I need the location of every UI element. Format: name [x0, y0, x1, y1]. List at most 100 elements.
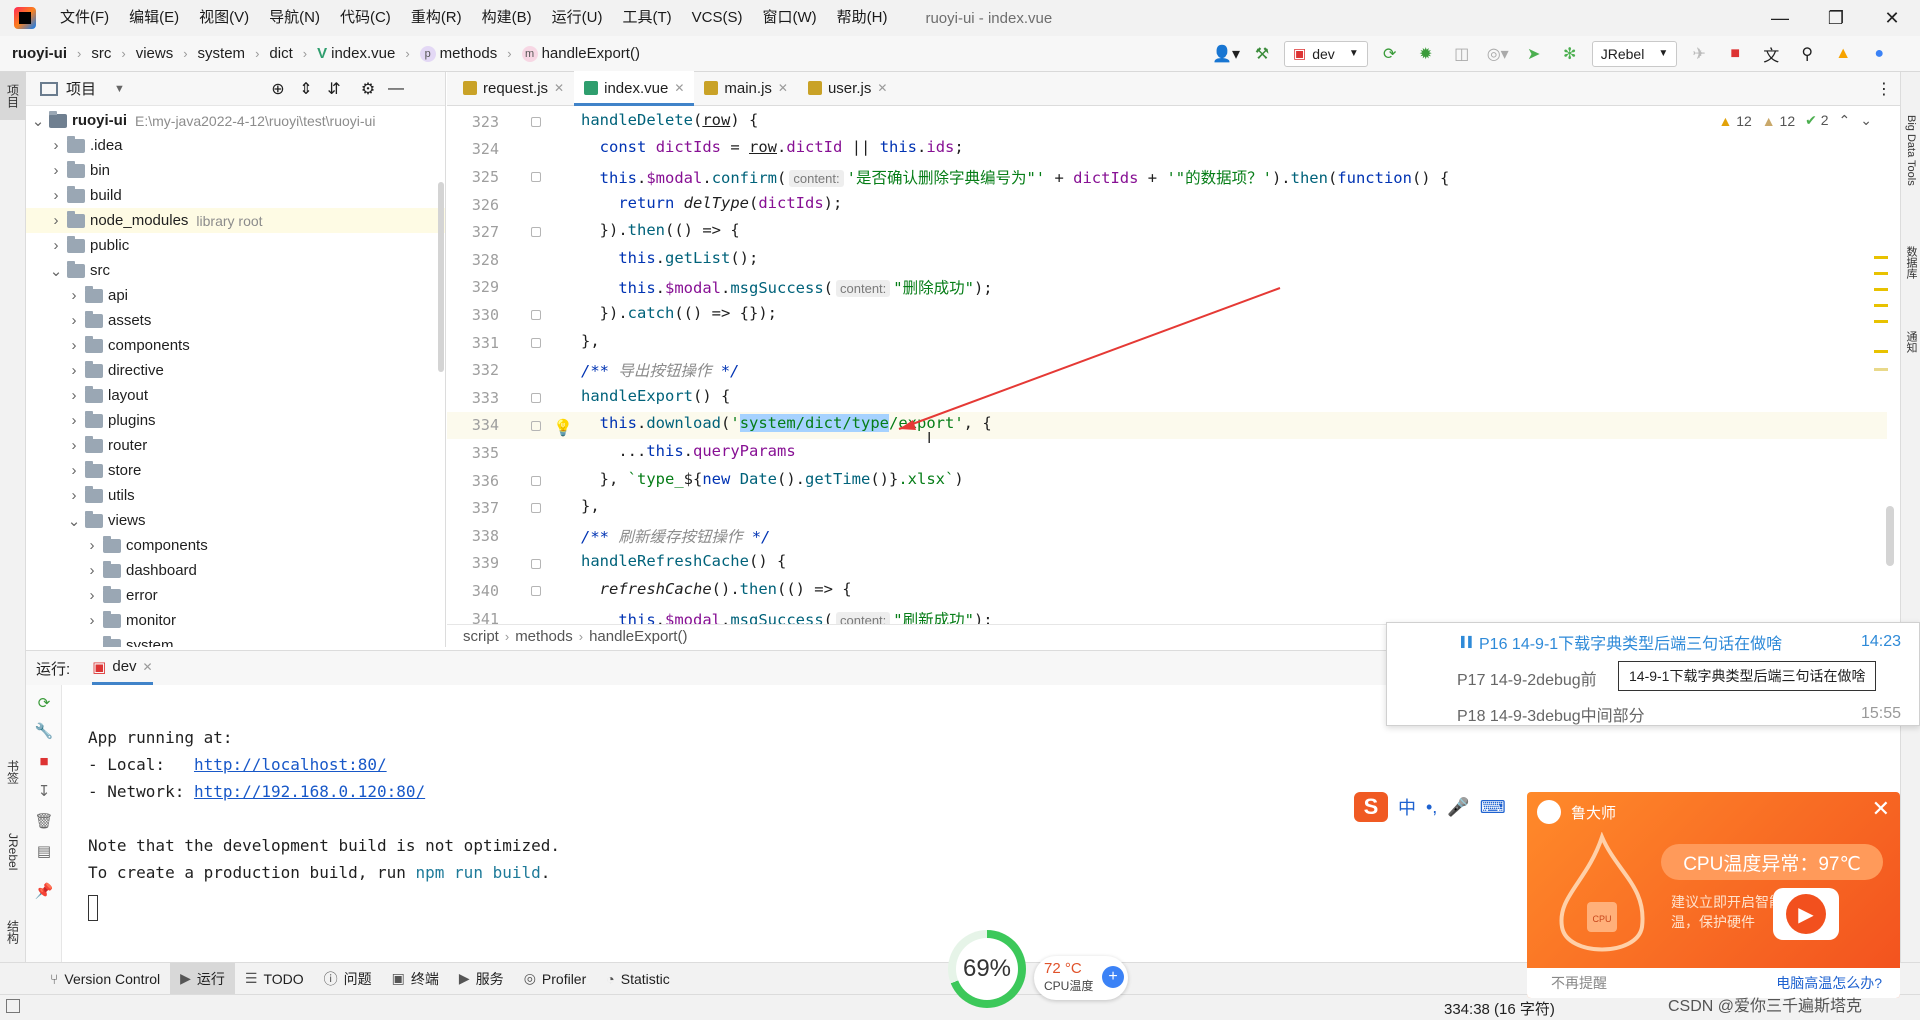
menu-item[interactable]: 文件(F)	[50, 0, 119, 36]
layout-icon[interactable]: ▤	[34, 841, 54, 861]
chevron-right-icon[interactable]: ›	[48, 212, 64, 229]
warning-marker[interactable]	[1874, 256, 1888, 259]
tree-item[interactable]: › plugins	[26, 408, 445, 433]
chevron-right-icon[interactable]: ›	[84, 537, 100, 554]
editor-tab[interactable]: request.js ✕	[453, 71, 574, 105]
tree-item[interactable]: ⌄ src	[26, 258, 445, 283]
update-available-icon[interactable]: ▲	[1829, 40, 1857, 68]
breadcrumb-item[interactable]: views	[132, 45, 178, 62]
chevron-right-icon[interactable]: ›	[66, 412, 82, 429]
menu-item[interactable]: 运行(U)	[542, 0, 613, 36]
chevron-right-icon[interactable]: ›	[66, 462, 82, 479]
bottom-tool-button[interactable]: ▣ 终端	[382, 963, 449, 995]
user-icon[interactable]: 👤▾	[1212, 40, 1240, 68]
rerun-icon[interactable]: ⟳	[34, 693, 54, 713]
translate-icon[interactable]: 文	[1757, 40, 1785, 68]
code-editor[interactable]: ▲ 12 ▲ 12 ✔ 2 ⌃ ⌄ 323 324 325 326 327 328 329 3…	[447, 106, 1902, 624]
ime-punct[interactable]: •,	[1426, 797, 1437, 818]
coverage-icon[interactable]: ◫	[1448, 40, 1476, 68]
tree-item[interactable]: › build	[26, 183, 445, 208]
tree-item[interactable]: ⌄ views	[26, 508, 445, 533]
sogou-logo-icon[interactable]: S	[1354, 792, 1388, 822]
tree-item[interactable]: › router	[26, 433, 445, 458]
menu-item[interactable]: 工具(T)	[612, 0, 681, 36]
breadcrumb-item[interactable]: src	[87, 45, 115, 62]
bottom-tool-button[interactable]: ☰ TODO	[235, 963, 314, 995]
warning-marker[interactable]	[1874, 350, 1888, 353]
build-hammer-icon[interactable]: ⚒	[1248, 40, 1276, 68]
more-tabs-icon[interactable]: ⋮	[1870, 75, 1898, 103]
scroll-end-icon[interactable]: ↧	[34, 781, 54, 801]
big-data-tools-tab[interactable]: Big Data Tools	[1901, 90, 1920, 210]
help-link[interactable]: 电脑高温怎么办?	[1776, 973, 1882, 993]
tree-item[interactable]: › store	[26, 458, 445, 483]
chevron-right-icon[interactable]: ›	[84, 587, 100, 604]
close-window-button[interactable]: ✕	[1864, 0, 1920, 36]
chevron-right-icon[interactable]: ›	[48, 137, 64, 154]
project-panel-title[interactable]: 项目	[66, 78, 96, 99]
stop-icon[interactable]: ■	[34, 751, 54, 771]
editor-tab[interactable]: user.js ✕	[798, 71, 897, 105]
close-tab-icon[interactable]: ✕	[674, 81, 684, 95]
menu-item[interactable]: 编辑(E)	[119, 0, 189, 36]
notifications-tab[interactable]: 通知	[1901, 312, 1920, 372]
tree-item[interactable]: › utils	[26, 483, 445, 508]
search-icon[interactable]: ⚲	[1793, 40, 1821, 68]
warning-marker[interactable]	[1874, 288, 1888, 291]
bottom-tool-button[interactable]: ◎ Profiler	[514, 963, 597, 995]
warning-marker[interactable]	[1874, 320, 1888, 323]
chevron-down-icon[interactable]: ⌄	[84, 637, 100, 648]
bookmarks-tool-tab[interactable]: 书签	[0, 742, 26, 802]
editor-tab[interactable]: index.vue ✕	[574, 71, 695, 106]
tree-item[interactable]: › error	[26, 583, 445, 608]
tree-item[interactable]: › api	[26, 283, 445, 308]
breadcrumb-item[interactable]: p methods	[416, 45, 502, 62]
tree-item[interactable]: › components	[26, 533, 445, 558]
microphone-icon[interactable]: 🎤	[1447, 797, 1469, 818]
expand-all-icon[interactable]: ⇕	[292, 75, 320, 103]
bottom-tool-button[interactable]: ▶ 运行	[170, 962, 235, 995]
bottom-tool-button[interactable]: ⑂ Version Control	[40, 963, 170, 995]
tree-item[interactable]: › node_modules library root	[26, 208, 445, 233]
minimize-button[interactable]: —	[1752, 0, 1808, 36]
dismiss-link[interactable]: 不再提醒	[1551, 973, 1607, 993]
network-url-link[interactable]: http://192.168.0.120:80/	[194, 782, 425, 801]
chevron-right-icon[interactable]: ›	[48, 162, 64, 179]
plus-icon[interactable]: +	[1102, 966, 1124, 988]
chevron-right-icon[interactable]: ›	[66, 312, 82, 329]
tree-item[interactable]: › monitor	[26, 608, 445, 633]
chevron-down-icon[interactable]: ⌄	[48, 262, 64, 280]
chevron-right-icon[interactable]: ›	[66, 437, 82, 454]
project-tool-tab[interactable]: 项目	[0, 72, 26, 120]
pin-icon[interactable]: 📌	[34, 881, 54, 901]
bottom-tool-button[interactable]: ◔ Statistic	[596, 963, 679, 995]
keyboard-icon[interactable]: ⌨	[1480, 797, 1506, 818]
menu-item[interactable]: 帮助(H)	[827, 0, 898, 36]
tree-item[interactable]: › .idea	[26, 133, 445, 158]
tree-item[interactable]: › assets	[26, 308, 445, 333]
warning-marker[interactable]	[1874, 272, 1888, 275]
local-url-link[interactable]: http://localhost:80/	[194, 755, 387, 774]
tree-item[interactable]: ⌄ system	[26, 633, 445, 647]
chevron-down-icon[interactable]: ⌄	[30, 112, 46, 130]
menu-item[interactable]: VCS(S)	[682, 0, 753, 36]
clear-icon[interactable]: 🗑	[34, 811, 54, 831]
database-tab[interactable]: 数据库	[1901, 222, 1920, 302]
close-tab-icon[interactable]: ✕	[877, 81, 887, 95]
chevron-right-icon[interactable]: ›	[48, 187, 64, 204]
bottom-tool-button[interactable]: ▶ 服务	[449, 963, 514, 995]
breadcrumb-item[interactable]: ruoyi-ui	[8, 45, 71, 62]
run-config-select[interactable]: ▣ dev ▼	[1284, 40, 1368, 67]
tree-item[interactable]: › layout	[26, 383, 445, 408]
maximize-button[interactable]: ❐	[1808, 0, 1864, 36]
jrebel-debug-icon[interactable]: ✻	[1556, 40, 1584, 68]
structure-tool-tab[interactable]: 结构	[0, 902, 26, 962]
warning-marker[interactable]	[1874, 304, 1888, 307]
caret-position[interactable]: 334:38 (16 字符)	[1444, 998, 1555, 1019]
tree-item[interactable]: › bin	[26, 158, 445, 183]
close-tab-icon[interactable]: ✕	[778, 81, 788, 95]
stop-icon[interactable]: ■	[1721, 40, 1749, 68]
jrebel-run-icon[interactable]: ➤	[1520, 40, 1548, 68]
tree-item[interactable]: › directive	[26, 358, 445, 383]
bottom-tool-button[interactable]: ⓘ 问题	[314, 963, 382, 995]
